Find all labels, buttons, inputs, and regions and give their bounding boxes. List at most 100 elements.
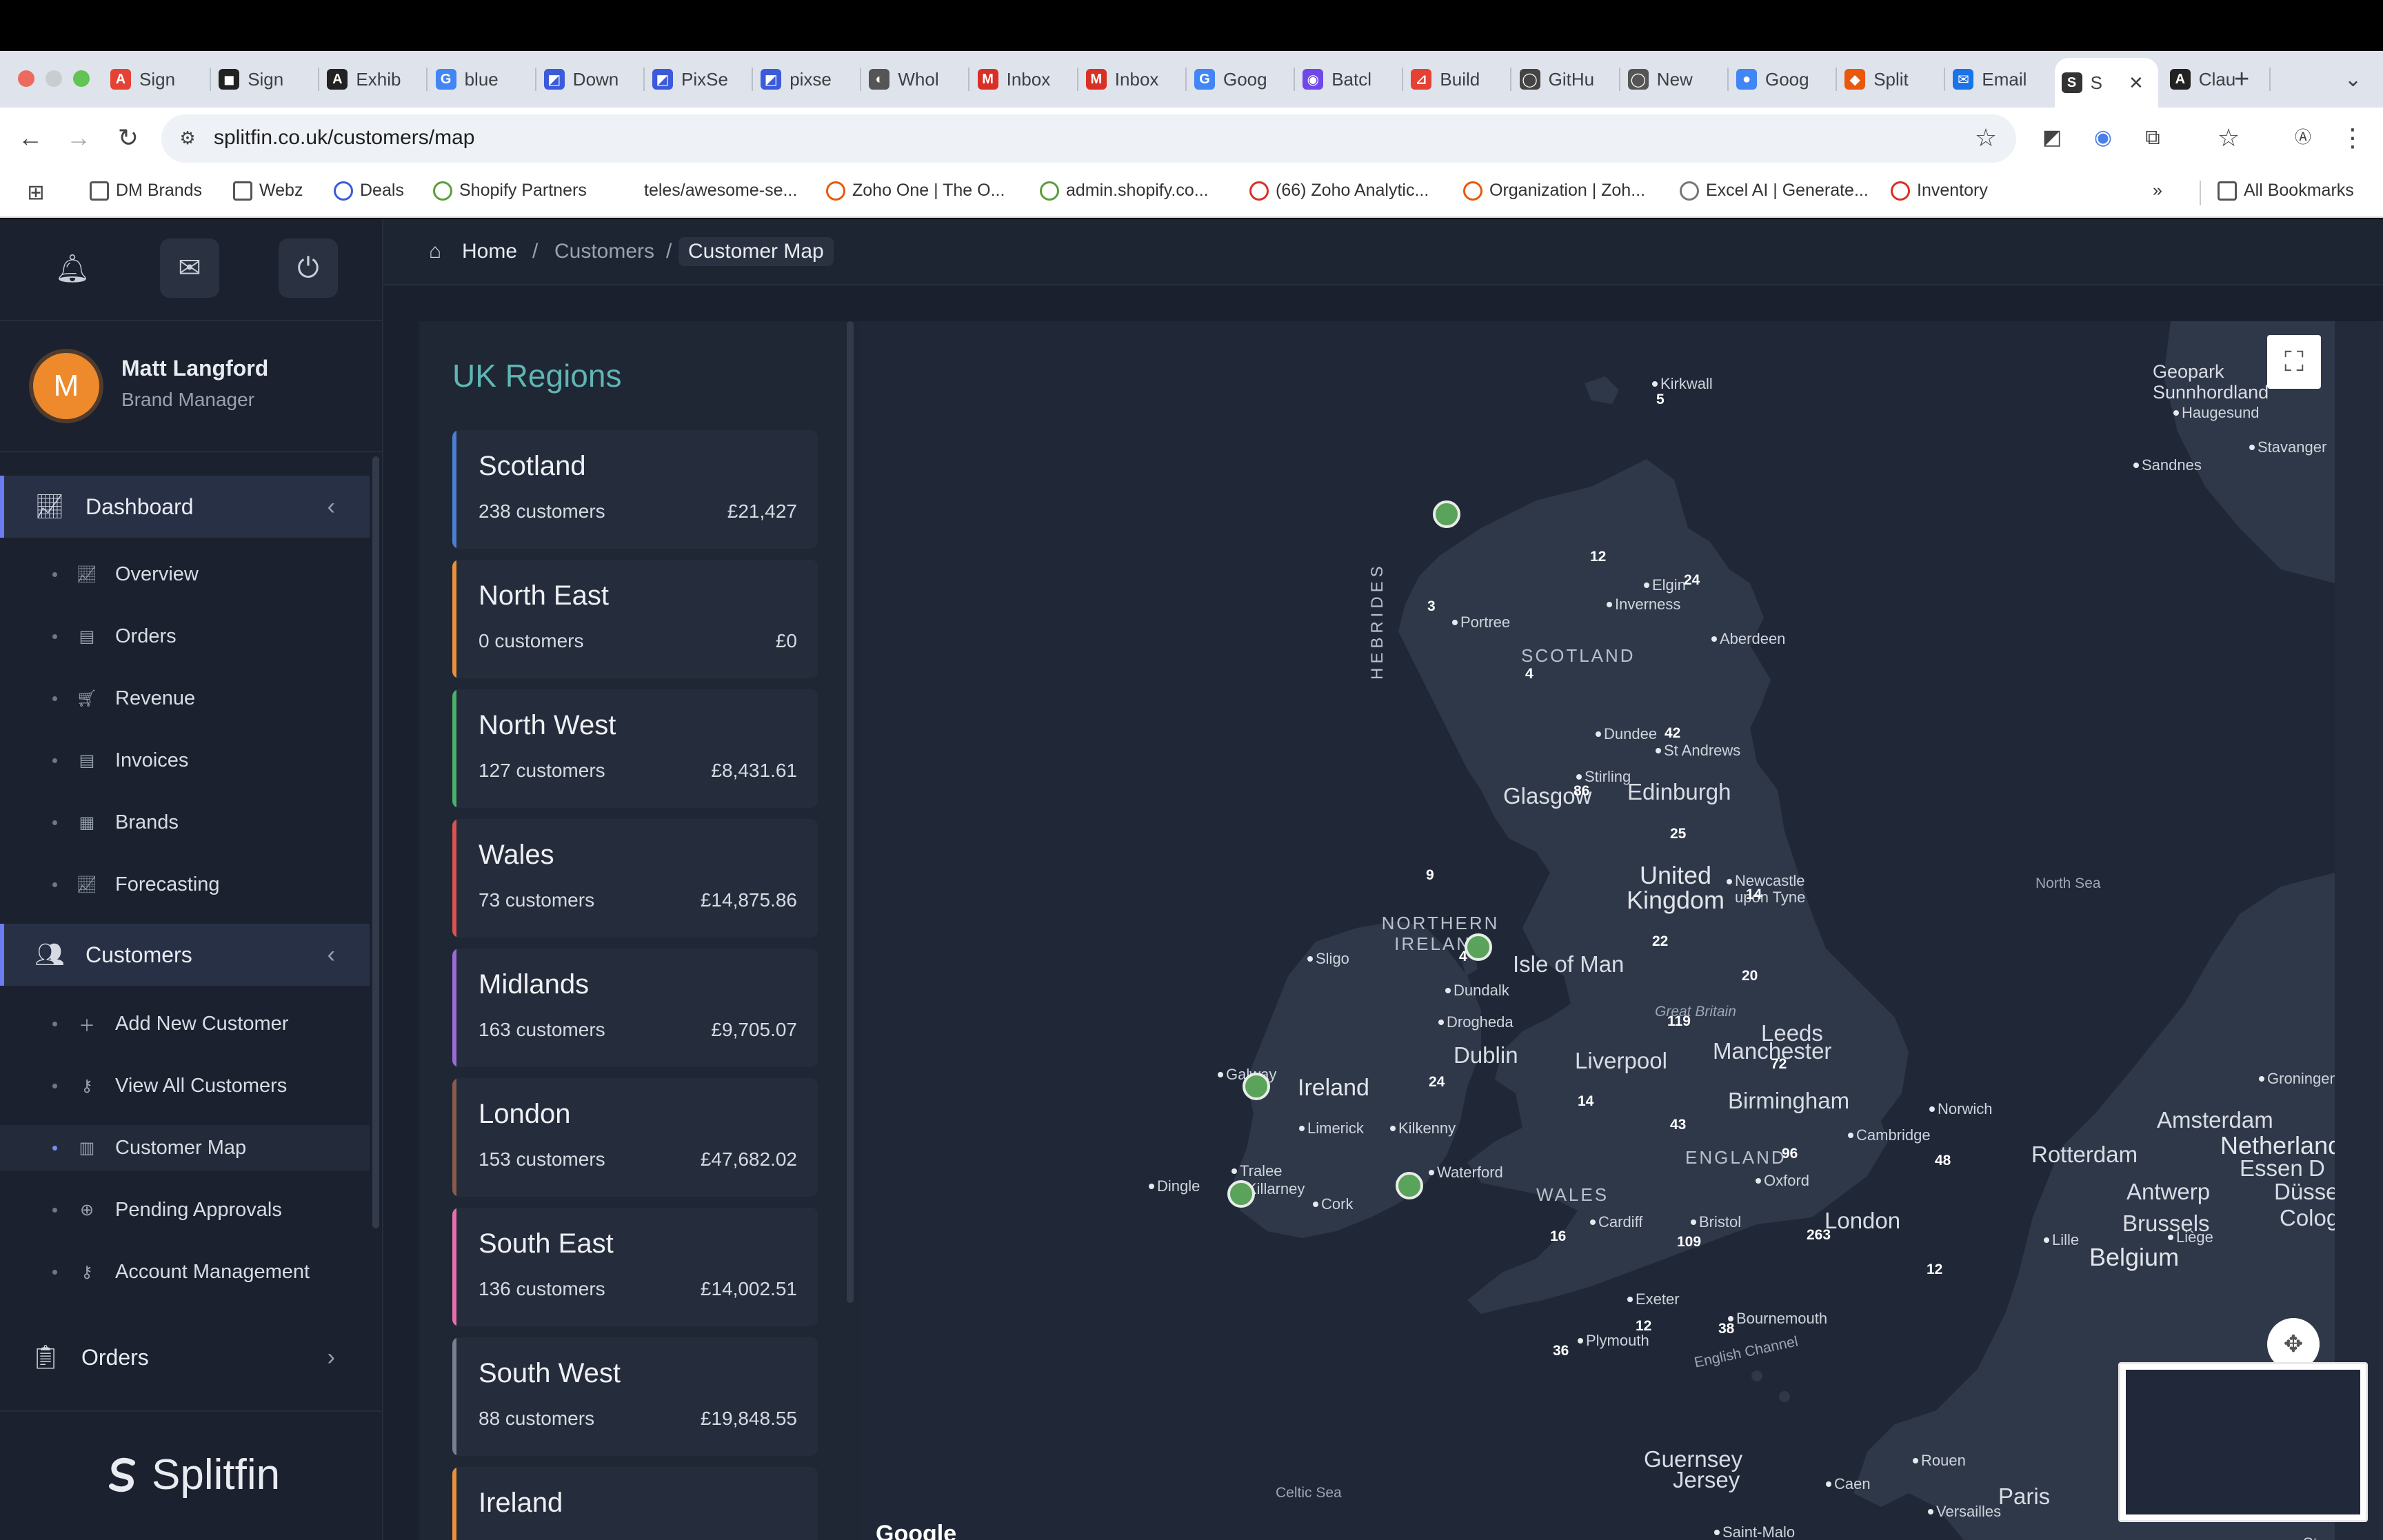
- url-text[interactable]: splitfin.co.uk/customers/map: [214, 126, 474, 150]
- map-cluster-count[interactable]: 12: [1636, 1318, 1651, 1335]
- browser-tab[interactable]: Gblue: [429, 63, 536, 95]
- close-window-button[interactable]: [18, 70, 34, 87]
- fullscreen-icon[interactable]: ⛶: [2267, 335, 2321, 389]
- map-cluster-count[interactable]: 86: [1573, 783, 1589, 800]
- map-cluster-count[interactable]: 5: [1656, 392, 1665, 408]
- map-cluster-count[interactable]: 109: [1677, 1234, 1701, 1250]
- close-tab-icon[interactable]: ✕: [2129, 72, 2144, 94]
- map-cluster-count[interactable]: 43: [1670, 1117, 1686, 1133]
- map-cluster-count[interactable]: 12: [1927, 1262, 1942, 1278]
- region-card[interactable]: Wales 73 customers £14,875.86: [452, 819, 818, 938]
- customer-map-pin[interactable]: [1465, 933, 1492, 961]
- puzzle-icon[interactable]: ⧉: [2138, 123, 2168, 153]
- browser-tab[interactable]: M Inbox: [971, 63, 1078, 95]
- region-card[interactable]: North East 0 customers £0: [452, 560, 818, 678]
- forward-icon[interactable]: →: [63, 123, 94, 153]
- reload-icon[interactable]: ↻: [113, 123, 143, 153]
- bookmark-item[interactable]: Zoho One | The O...: [826, 181, 1005, 201]
- mail-icon[interactable]: ✉: [160, 239, 219, 298]
- browser-tab[interactable]: ◩ PixSe: [645, 63, 753, 95]
- sidebar-item-revenue[interactable]: 🛒︎ Revenue: [0, 676, 370, 721]
- region-card[interactable]: Scotland 238 customers £21,427: [452, 430, 818, 549]
- sidebar-item-forecasting[interactable]: 📈︎ Forecasting: [0, 862, 370, 907]
- browser-tab[interactable]: ✉ Email: [1946, 63, 2053, 95]
- sidebar-scrollbar[interactable]: [372, 456, 379, 1228]
- map-cluster-count[interactable]: 20: [1742, 968, 1758, 984]
- profile-avatar-icon[interactable]: Ⓐ: [2288, 123, 2318, 153]
- sidebar-item-customer-map[interactable]: ▥ Customer Map: [0, 1125, 370, 1171]
- avatar[interactable]: M: [33, 353, 99, 419]
- browser-tab[interactable]: ◩ Down: [537, 63, 645, 95]
- map-cluster-count[interactable]: 9: [1426, 867, 1434, 884]
- browser-tab[interactable]: M Inbox: [1079, 63, 1187, 95]
- site-info-icon[interactable]: ⚙: [172, 123, 203, 153]
- region-card[interactable]: Ireland: [452, 1467, 818, 1540]
- bell-icon[interactable]: 🔔︎: [43, 239, 102, 298]
- sidebar-item-brands[interactable]: ▦ Brands: [0, 800, 370, 845]
- map-cluster-count[interactable]: 14: [1746, 886, 1762, 903]
- sidebar-item-view-all-customers[interactable]: ⚷ View All Customers: [0, 1063, 370, 1108]
- map-cluster-count[interactable]: 72: [1771, 1056, 1787, 1073]
- browser-tab[interactable]: ◩ pixse: [754, 63, 861, 95]
- map-cluster-count[interactable]: 22: [1652, 933, 1668, 950]
- regions-scrollbar[interactable]: [847, 321, 854, 1303]
- map-cluster-count[interactable]: 16: [1550, 1228, 1566, 1245]
- breadcrumb-customers[interactable]: Customers: [554, 240, 654, 263]
- extension-icon[interactable]: ◉: [2088, 123, 2118, 153]
- extension-icon[interactable]: ◩: [2037, 123, 2067, 153]
- map-cluster-count[interactable]: 38: [1718, 1321, 1734, 1337]
- map-cluster-count[interactable]: 119: [1667, 1013, 1691, 1030]
- map-cluster-count[interactable]: 24: [1429, 1074, 1445, 1091]
- bookmark-item[interactable]: Webz: [233, 181, 303, 201]
- customer-map-pin[interactable]: [1243, 1073, 1270, 1100]
- bookmark-item[interactable]: admin.shopify.co...: [1040, 181, 1209, 201]
- browser-tab[interactable]: ◼ Sign: [212, 63, 319, 95]
- customer-map-pin[interactable]: [1227, 1180, 1255, 1208]
- bookmark-item[interactable]: (66) Zoho Analytic...: [1249, 181, 1429, 201]
- map-cluster-count[interactable]: 36: [1553, 1343, 1569, 1359]
- breadcrumb-home[interactable]: Home: [462, 240, 517, 263]
- minimize-window-button[interactable]: [46, 70, 62, 87]
- back-icon[interactable]: ←: [15, 123, 46, 153]
- bookmark-item[interactable]: »: [2153, 181, 2162, 201]
- bookmark-item[interactable]: Shopify Partners: [433, 181, 587, 201]
- nav-orders[interactable]: 📋︎ Orders ›: [0, 1326, 370, 1388]
- region-card[interactable]: North West 127 customers £8,431.61: [452, 689, 818, 808]
- map-cluster-count[interactable]: 25: [1670, 826, 1686, 842]
- browser-tab[interactable]: ● Goog: [1729, 63, 1837, 95]
- browser-tab[interactable]: ◯ New: [1621, 63, 1729, 95]
- region-card[interactable]: London 153 customers £47,682.02: [452, 1078, 818, 1197]
- customer-map-pin[interactable]: [1433, 500, 1460, 528]
- region-card[interactable]: Midlands 163 customers £9,705.07: [452, 949, 818, 1067]
- sidebar-item-invoices[interactable]: ▤ Invoices: [0, 738, 370, 783]
- customer-map-pin[interactable]: [1396, 1172, 1423, 1199]
- browser-tab[interactable]: A Sign: [103, 63, 211, 95]
- browser-tab[interactable]: S S ✕: [2054, 58, 2158, 108]
- browser-tab[interactable]: G Goog: [1187, 63, 1295, 95]
- sidebar-item-add-new-customer[interactable]: ＋ Add New Customer: [0, 1001, 370, 1046]
- map-cluster-count[interactable]: 14: [1578, 1093, 1593, 1110]
- map-cluster-count[interactable]: 12: [1590, 549, 1606, 565]
- power-icon[interactable]: ⏻: [279, 239, 338, 298]
- bookmark-item[interactable]: Deals: [334, 181, 404, 201]
- sidebar-item-account-management[interactable]: ⚷ Account Management: [0, 1249, 370, 1295]
- sidebar-item-orders[interactable]: ▤ Orders: [0, 614, 370, 659]
- browser-tab[interactable]: A Exhib: [320, 63, 428, 95]
- bookmark-item[interactable]: teles/awesome-se...: [644, 181, 797, 201]
- bookmark-item[interactable]: DM Brands: [90, 181, 202, 201]
- tab-search-icon[interactable]: ⌄: [2337, 63, 2372, 95]
- bookmark-item[interactable]: Organization | Zoh...: [1463, 181, 1645, 201]
- bookmark-item[interactable]: All Bookmarks: [2218, 181, 2354, 201]
- star-icon[interactable]: ☆: [2213, 123, 2244, 153]
- map-cluster-count[interactable]: 96: [1782, 1146, 1798, 1162]
- bookmark-item[interactable]: Inventory: [1891, 181, 1988, 201]
- apps-grid-icon[interactable]: ⊞: [21, 178, 51, 208]
- maximize-window-button[interactable]: [73, 70, 90, 87]
- region-card[interactable]: South East 136 customers £14,002.51: [452, 1208, 818, 1326]
- browser-tab[interactable]: ◆ Split: [1838, 63, 1945, 95]
- sidebar-item-pending-approvals[interactable]: ⊕ Pending Approvals: [0, 1187, 370, 1233]
- region-card[interactable]: South West 88 customers £19,848.55: [452, 1337, 818, 1456]
- kebab-menu-icon[interactable]: ⋮: [2337, 123, 2368, 153]
- sidebar-item-overview[interactable]: 📈︎ Overview: [0, 551, 370, 597]
- map-cluster-count[interactable]: 42: [1665, 725, 1680, 742]
